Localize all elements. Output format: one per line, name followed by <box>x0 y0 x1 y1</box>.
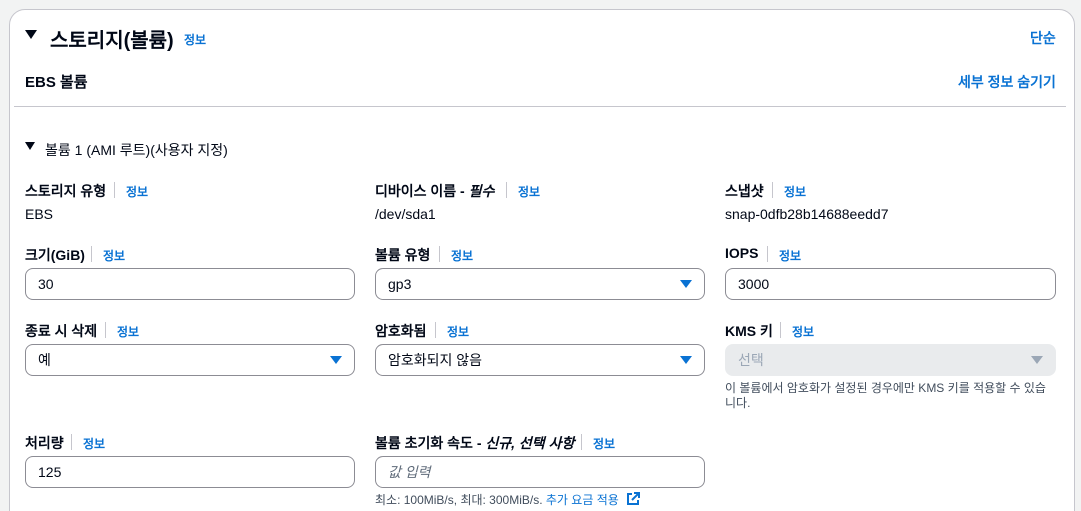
volume-title[interactable]: 볼륨 1 (AMI 루트)(사용자 지정) <box>45 140 228 160</box>
init-rate-placeholder: 값 입력 <box>388 464 431 480</box>
label-separator <box>506 182 507 198</box>
iops-input[interactable]: 3000 <box>725 268 1056 300</box>
size-info-link[interactable]: 정보 <box>103 247 125 264</box>
kms-key-select[interactable]: 선택 <box>725 344 1056 376</box>
label-separator <box>105 322 106 338</box>
volume-collapse-caret-icon[interactable] <box>25 142 35 150</box>
label-separator <box>71 434 72 450</box>
label-separator <box>581 434 582 450</box>
device-name-label: 디바이스 이름 - 필수 <box>375 183 495 199</box>
section-title: 스토리지(볼륨) <box>50 30 174 52</box>
volume-type-selected: gp3 <box>388 276 412 292</box>
init-rate-input[interactable]: 값 입력 <box>375 456 705 488</box>
delete-on-termination-label: 종료 시 삭제 <box>25 323 98 339</box>
volume-type-label: 볼륨 유형 <box>375 247 431 263</box>
collapse-caret-icon[interactable] <box>25 30 37 39</box>
chevron-down-icon <box>680 356 692 364</box>
kms-key-hint: 이 볼륨에서 암호화가 설정된 경우에만 KMS 키를 적용할 수 있습 니다. <box>725 381 1046 410</box>
chevron-down-icon <box>330 356 342 364</box>
additional-charges-link[interactable]: 추가 요금 적용 <box>546 493 619 507</box>
ebs-volumes-title: EBS 볼륨 <box>25 74 88 91</box>
kms-key-label: KMS 키 <box>725 323 773 339</box>
external-link-icon[interactable] <box>626 492 641 506</box>
snapshot-label: 스냅샷 <box>725 183 764 199</box>
throughput-label: 처리량 <box>25 435 64 451</box>
snapshot-value: snap-0dfb28b14688eedd7 <box>725 206 889 222</box>
iops-info-link[interactable]: 정보 <box>779 247 801 264</box>
init-rate-label: 볼륨 초기화 속도 - 신규, 선택 사항 <box>375 435 575 451</box>
encrypted-select[interactable]: 암호화되지 않음 <box>375 344 705 376</box>
info-link[interactable]: 정보 <box>184 31 206 48</box>
chevron-down-icon <box>680 280 692 288</box>
throughput-info-link[interactable]: 정보 <box>83 435 105 452</box>
label-separator <box>91 246 92 262</box>
delete-on-termination-info-link[interactable]: 정보 <box>117 323 139 340</box>
label-separator <box>435 322 436 338</box>
volume-type-info-link[interactable]: 정보 <box>451 247 473 264</box>
iops-label: IOPS <box>725 245 759 261</box>
init-rate-info-link[interactable]: 정보 <box>593 435 615 452</box>
simple-view-link[interactable]: 단순 <box>1030 28 1056 48</box>
device-name-info-link[interactable]: 정보 <box>518 183 540 200</box>
device-name-value: /dev/sda1 <box>375 206 436 222</box>
storage-type-value: EBS <box>25 206 54 222</box>
size-label: 크기(GiB) <box>25 247 85 263</box>
snapshot-info-link[interactable]: 정보 <box>784 183 806 200</box>
throughput-input[interactable]: 125 <box>25 456 355 488</box>
kms-key-placeholder: 선택 <box>738 352 764 368</box>
label-separator <box>772 182 773 198</box>
divider <box>14 106 1066 107</box>
hide-details-link[interactable]: 세부 정보 숨기기 <box>958 72 1056 92</box>
label-separator <box>780 322 781 338</box>
encrypted-selected: 암호화되지 않음 <box>388 352 483 368</box>
label-separator <box>114 182 115 198</box>
volume-type-select[interactable]: gp3 <box>375 268 705 300</box>
chevron-down-icon <box>1031 356 1043 364</box>
label-separator <box>439 246 440 262</box>
size-input[interactable]: 30 <box>25 268 355 300</box>
kms-key-info-link[interactable]: 정보 <box>792 323 814 340</box>
storage-type-label: 스토리지 유형 <box>25 183 107 199</box>
encrypted-info-link[interactable]: 정보 <box>447 323 469 340</box>
encrypted-label: 암호화됨 <box>375 323 427 339</box>
label-separator <box>767 246 768 262</box>
delete-on-termination-select[interactable]: 예 <box>25 344 355 376</box>
init-rate-hint: 최소: 100MiB/s, 최대: 300MiB/s. 추가 요금 적용 <box>375 492 641 508</box>
delete-on-termination-selected: 예 <box>38 352 51 368</box>
storage-type-info-link[interactable]: 정보 <box>126 183 148 200</box>
